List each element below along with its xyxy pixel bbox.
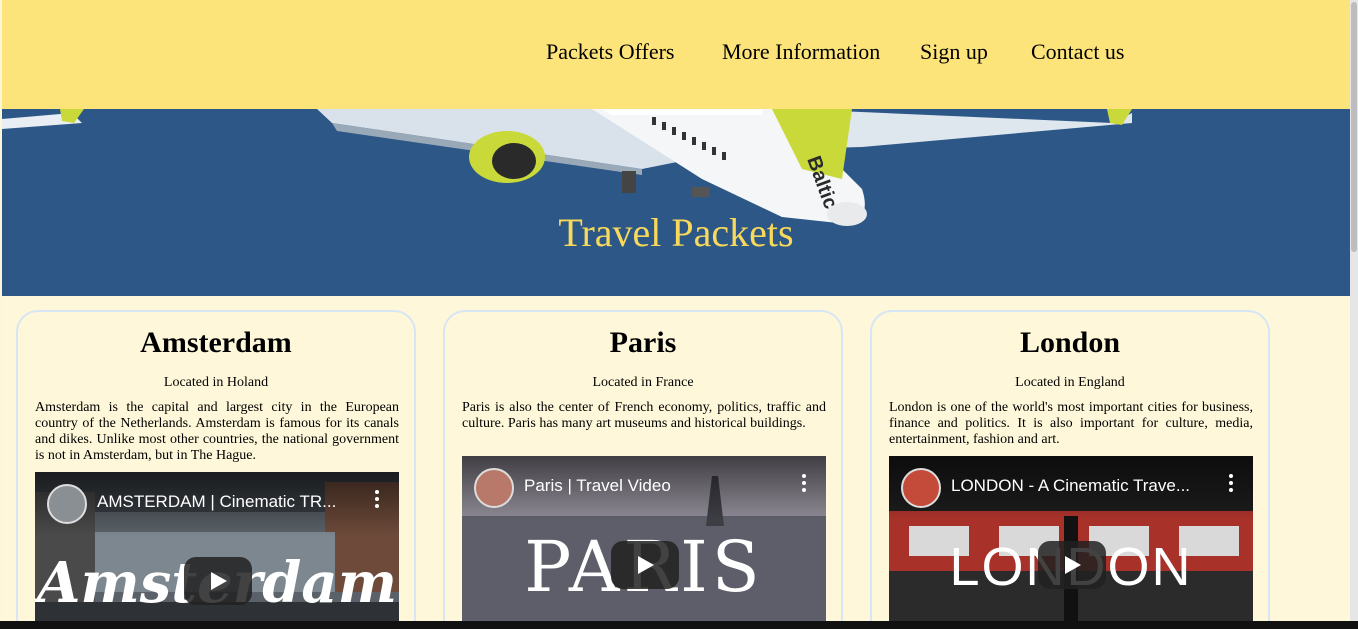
video-title[interactable]: LONDON - A Cinematic Trave... <box>951 476 1211 496</box>
airplane-image: Baltic <box>2 109 1350 296</box>
taskbar-strip <box>0 621 1358 629</box>
channel-avatar[interactable] <box>474 468 514 508</box>
packet-card-london: London Located in England London is one … <box>870 310 1270 629</box>
card-location: Located in England <box>1015 375 1125 390</box>
card-location: Located in Holand <box>163 375 269 390</box>
card-title: London <box>1019 326 1121 359</box>
video-title[interactable]: Paris | Travel Video <box>524 476 784 496</box>
video-player-paris[interactable]: Paris | Travel Video PARIS <box>462 456 826 626</box>
packet-card-amsterdam: Amsterdam Located in Holand Amsterdam is… <box>16 310 416 629</box>
card-description: Paris is also the center of French econo… <box>462 400 826 431</box>
scrollbar-thumb[interactable] <box>1351 2 1357 252</box>
video-title[interactable]: AMSTERDAM | Cinematic TR... <box>97 492 357 512</box>
video-player-london[interactable]: LONDON - A Cinematic Trave... LONDON <box>889 456 1253 626</box>
card-location: Located in France <box>592 375 694 390</box>
card-title: Paris <box>609 326 677 359</box>
channel-avatar[interactable] <box>47 484 87 524</box>
play-icon[interactable] <box>611 541 679 589</box>
card-description: London is one of the world's most import… <box>889 400 1253 447</box>
hero-title: Travel Packets <box>558 210 794 255</box>
more-options-icon[interactable] <box>802 474 808 495</box>
nav-link-more-information[interactable]: More Information <box>722 39 880 65</box>
play-icon[interactable] <box>184 557 252 605</box>
page-scrollbar[interactable] <box>1350 0 1358 629</box>
nav-link-packets-offers[interactable]: Packets Offers <box>546 39 675 65</box>
card-description: Amsterdam is the capital and largest cit… <box>35 400 399 463</box>
hero-banner: Baltic Travel Packets <box>2 109 1350 296</box>
card-title: Amsterdam <box>140 326 292 359</box>
nav-link-contact-us[interactable]: Contact us <box>1031 39 1125 65</box>
top-navbar: Packets Offers More Information Sign up … <box>2 0 1350 109</box>
video-player-amsterdam[interactable]: AMSTERDAM | Cinematic TR... Amsterdam <box>35 472 399 629</box>
page: Packets Offers More Information Sign up … <box>2 0 1350 629</box>
more-options-icon[interactable] <box>1229 474 1235 495</box>
packet-card-paris: Paris Located in France Paris is also th… <box>443 310 843 629</box>
channel-avatar[interactable] <box>901 468 941 508</box>
more-options-icon[interactable] <box>375 490 381 511</box>
play-icon[interactable] <box>1038 541 1106 589</box>
nav-link-sign-up[interactable]: Sign up <box>920 39 988 65</box>
